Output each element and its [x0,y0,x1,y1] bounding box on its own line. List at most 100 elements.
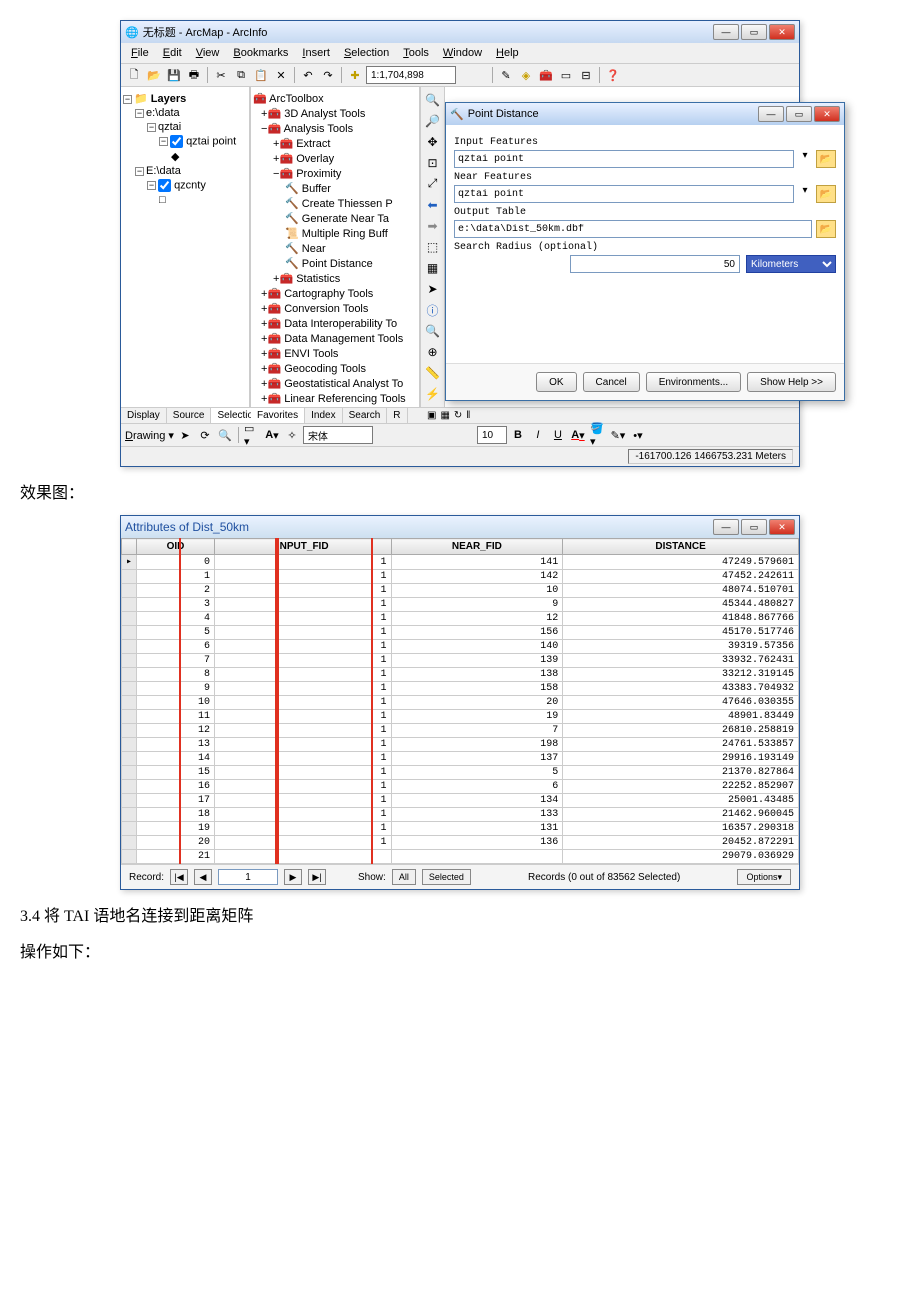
attr-minimize[interactable]: — [713,519,739,535]
show-help-button[interactable]: Show Help >> [747,372,836,392]
table-row[interactable]: 18113321462.960045 [122,808,799,822]
table-row[interactable]: 1012047646.030355 [122,696,799,710]
close-button[interactable]: ✕ [769,24,795,40]
tab-display[interactable]: Display [121,408,167,423]
pointer-icon[interactable]: ➤ [424,281,442,298]
select-icon[interactable]: ⬚ [424,238,442,255]
units-select[interactable]: Kilometers [746,255,836,273]
cmd-icon[interactable]: ▭ [557,66,575,84]
rect-icon[interactable]: ▭ ▾ [243,426,261,444]
menu-insert[interactable]: Insert [296,45,336,61]
table-row[interactable]: 411241848.867766 [122,612,799,626]
tool-item[interactable]: +🧰 Data Interoperability To [253,316,417,331]
toc-item[interactable]: −E:\data [123,164,247,178]
tool-item[interactable]: +🧰 3D Analyst Tools [253,106,417,121]
table-row[interactable]: 20113620452.872291 [122,836,799,850]
table-row[interactable]: 1114247452.242611 [122,570,799,584]
browse-icon[interactable]: 📂 [816,185,836,203]
table-row[interactable]: 7113933932.762431 [122,654,799,668]
goto-xy-icon[interactable]: ⊕ [424,344,442,361]
text-icon[interactable]: A ▾ [263,426,281,444]
attr-maximize[interactable]: ▭ [741,519,767,535]
print-icon[interactable]: 🖶 [185,66,203,84]
tool-item[interactable]: +🧰 Extract [253,136,417,151]
new-icon[interactable]: 🗋 [125,66,143,84]
tool-item[interactable]: −🧰 Proximity [253,166,417,181]
tool-item[interactable]: 🔨 Generate Near Ta [253,211,417,226]
view-data-icon[interactable]: ▣ [427,410,436,421]
show-all-button[interactable]: All [392,869,416,885]
tool-item[interactable]: 🔨 Buffer [253,181,417,196]
search-radius-field[interactable] [570,255,740,273]
table-row[interactable]: ▸0114147249.579601 [122,555,799,570]
view-layout-icon[interactable]: ▦ [440,410,449,421]
copy-icon[interactable]: ⧉ [232,66,250,84]
table-row[interactable]: 8113833212.319145 [122,668,799,682]
line-color-icon[interactable]: ✎▾ [609,426,627,444]
table-row[interactable]: 19113116357.290318 [122,822,799,836]
maximize-button[interactable]: ▭ [741,24,767,40]
pause-icon[interactable]: ‖ [466,410,470,421]
options-button[interactable]: Options ▾ [737,869,791,885]
clear-sel-icon[interactable]: ▦ [424,260,442,277]
table-row[interactable]: 13119824761.533857 [122,738,799,752]
tab-search[interactable]: Search [343,408,388,423]
minimize-button[interactable]: — [713,24,739,40]
table-row[interactable]: 14113729916.193149 [122,752,799,766]
delete-icon[interactable]: ✕ [272,66,290,84]
identify-icon[interactable]: ⓘ [424,302,442,319]
find-icon[interactable]: 🔍 [424,323,442,340]
column-header[interactable]: OID [137,539,215,555]
pd-close[interactable]: ✕ [814,106,840,122]
table-row[interactable]: 9115843383.704932 [122,682,799,696]
table-row[interactable]: 1111948901.83449 [122,710,799,724]
forward-icon[interactable]: ➡ [424,217,442,234]
undo-icon[interactable]: ↶ [299,66,317,84]
menu-selection[interactable]: Selection [338,45,395,61]
menu-edit[interactable]: Edit [157,45,188,61]
measure-icon[interactable]: 📏 [424,365,442,382]
table-row[interactable]: 161622252.852907 [122,780,799,794]
drawing-label[interactable]: Drawing ▾ [125,429,174,442]
tool-item[interactable]: +🧰 Mobile Tools [253,406,417,407]
tool-item[interactable]: +🧰 Data Management Tools [253,331,417,346]
toc-item[interactable]: −qztai [123,120,247,134]
tool-item[interactable]: +🧰 Geostatistical Analyst To [253,376,417,391]
scale-input[interactable] [366,66,456,84]
tool-item[interactable]: 🔨 Near [253,241,417,256]
rotate-icon[interactable]: ⟳ [196,426,214,444]
tab-source[interactable]: Source [167,408,212,423]
table-row[interactable]: 151521370.827864 [122,766,799,780]
hyperlink-icon[interactable]: ⚡ [424,386,442,403]
arccatalog-icon[interactable]: ◈ [517,66,535,84]
table-row[interactable]: 6114039319.57356 [122,640,799,654]
last-record-icon[interactable]: ▶| [308,869,326,885]
tab-results[interactable]: R [387,408,407,423]
record-number-field[interactable] [218,869,278,885]
tool-item[interactable]: +🧰 Linear Referencing Tools [253,391,417,406]
open-icon[interactable]: 📂 [145,66,163,84]
tool-item[interactable]: +🧰 Overlay [253,151,417,166]
zoom-draw-icon[interactable]: 🔍 [216,426,234,444]
tool-item[interactable]: +🧰 Geocoding Tools [253,361,417,376]
marker-color-icon[interactable]: •▾ [629,426,647,444]
toc-item[interactable]: − qztai point [123,134,247,149]
redo-icon[interactable]: ↷ [319,66,337,84]
table-row[interactable]: 17113425001.43485 [122,794,799,808]
first-record-icon[interactable]: |◀ [170,869,188,885]
cut-icon[interactable]: ✂ [212,66,230,84]
tool-item[interactable]: +🧰 Cartography Tools [253,286,417,301]
menu-help[interactable]: Help [490,45,525,61]
prev-record-icon[interactable]: ◀ [194,869,212,885]
input-features-field[interactable] [454,150,794,168]
back-icon[interactable]: ⬅ [424,196,442,213]
menu-file[interactable]: File [125,45,155,61]
paste-icon[interactable]: 📋 [252,66,270,84]
edit-vertices-icon[interactable]: ✧ [283,426,301,444]
pan-icon[interactable]: ✥ [424,133,442,150]
zoom-out-icon[interactable]: 🔎 [424,112,442,129]
arctoolbox-root[interactable]: 🧰 ArcToolbox [253,91,417,106]
toc-item[interactable]: −e:\data [123,106,247,120]
ok-button[interactable]: OK [536,372,576,392]
toc-item[interactable]: □ [123,193,247,207]
